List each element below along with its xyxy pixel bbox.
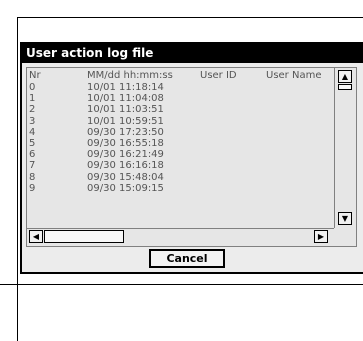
scrollbar-corner (334, 228, 356, 246)
cell-time: 09/30 17:23:50 (87, 126, 164, 138)
table-row[interactable]: 7 09/30 16:16:18 (27, 160, 332, 171)
log-rows: 0 10/01 11:18:14 1 10/01 11:04:08 2 10/01 1… (27, 82, 332, 194)
cell-nr: 1 (29, 93, 36, 105)
screen-divider (0, 284, 363, 285)
cell-time: 09/30 15:48:04 (87, 171, 164, 183)
cancel-button[interactable]: Cancel (149, 249, 225, 268)
table-row[interactable]: 8 09/30 15:48:04 (27, 172, 332, 183)
horizontal-scroll-thumb[interactable] (44, 230, 124, 243)
dialog-title: User action log file (26, 46, 154, 60)
cell-time: 09/30 15:09:15 (87, 182, 164, 194)
cell-nr: 9 (29, 182, 36, 194)
table-row[interactable]: 4 09/30 17:23:50 (27, 127, 332, 138)
cell-nr: 6 (29, 149, 36, 161)
cell-nr: 4 (29, 126, 36, 138)
table-row[interactable]: 3 10/01 10:59:51 (27, 116, 332, 127)
scroll-up-icon[interactable]: ▲ (338, 70, 352, 83)
table-row[interactable]: 9 09/30 15:09:15 (27, 183, 332, 194)
column-header-user-name[interactable]: User Name (266, 70, 321, 81)
dialog-title-bar: User action log file (22, 44, 363, 63)
cell-time: 09/30 16:16:18 (87, 160, 164, 172)
scroll-left-icon[interactable]: ◀ (29, 230, 43, 243)
scroll-right-icon[interactable]: ▶ (314, 230, 328, 243)
cell-nr: 5 (29, 137, 36, 149)
cell-nr: 2 (29, 104, 36, 116)
column-header-nr[interactable]: Nr (29, 70, 41, 81)
vertical-scrollbar[interactable]: ▲ ▼ (334, 68, 355, 228)
cell-time: 10/01 11:03:51 (87, 104, 164, 116)
table-row[interactable]: 0 10/01 11:18:14 (27, 82, 332, 93)
cell-time: 10/01 11:04:08 (87, 93, 164, 105)
cell-nr: 0 (29, 82, 36, 93)
scroll-down-icon[interactable]: ▼ (338, 212, 352, 225)
table-row[interactable]: 5 09/30 16:55:18 (27, 138, 332, 149)
cell-time: 10/01 11:18:14 (87, 82, 164, 93)
column-header-time[interactable]: MM/dd hh:mm:ss (87, 70, 173, 81)
cell-time: 10/01 10:59:51 (87, 115, 164, 127)
cell-nr: 8 (29, 171, 36, 183)
vertical-scroll-thumb[interactable] (338, 84, 352, 90)
cell-nr: 7 (29, 160, 36, 172)
horizontal-scrollbar[interactable]: ◀ ▶ (27, 228, 334, 245)
user-action-log-dialog: User action log file Nr MM/dd hh:mm:ss U… (20, 42, 363, 274)
table-row[interactable]: 2 10/01 11:03:51 (27, 104, 332, 115)
table-row[interactable]: 1 10/01 11:04:08 (27, 93, 332, 104)
log-list-view[interactable]: Nr MM/dd hh:mm:ss User ID User Name 0 10/… (26, 67, 357, 247)
table-row[interactable]: 6 09/30 16:21:49 (27, 149, 332, 160)
column-header-user-id[interactable]: User ID (200, 70, 237, 81)
cell-time: 09/30 16:21:49 (87, 149, 164, 161)
cell-nr: 3 (29, 115, 36, 127)
cell-time: 09/30 16:55:18 (87, 137, 164, 149)
